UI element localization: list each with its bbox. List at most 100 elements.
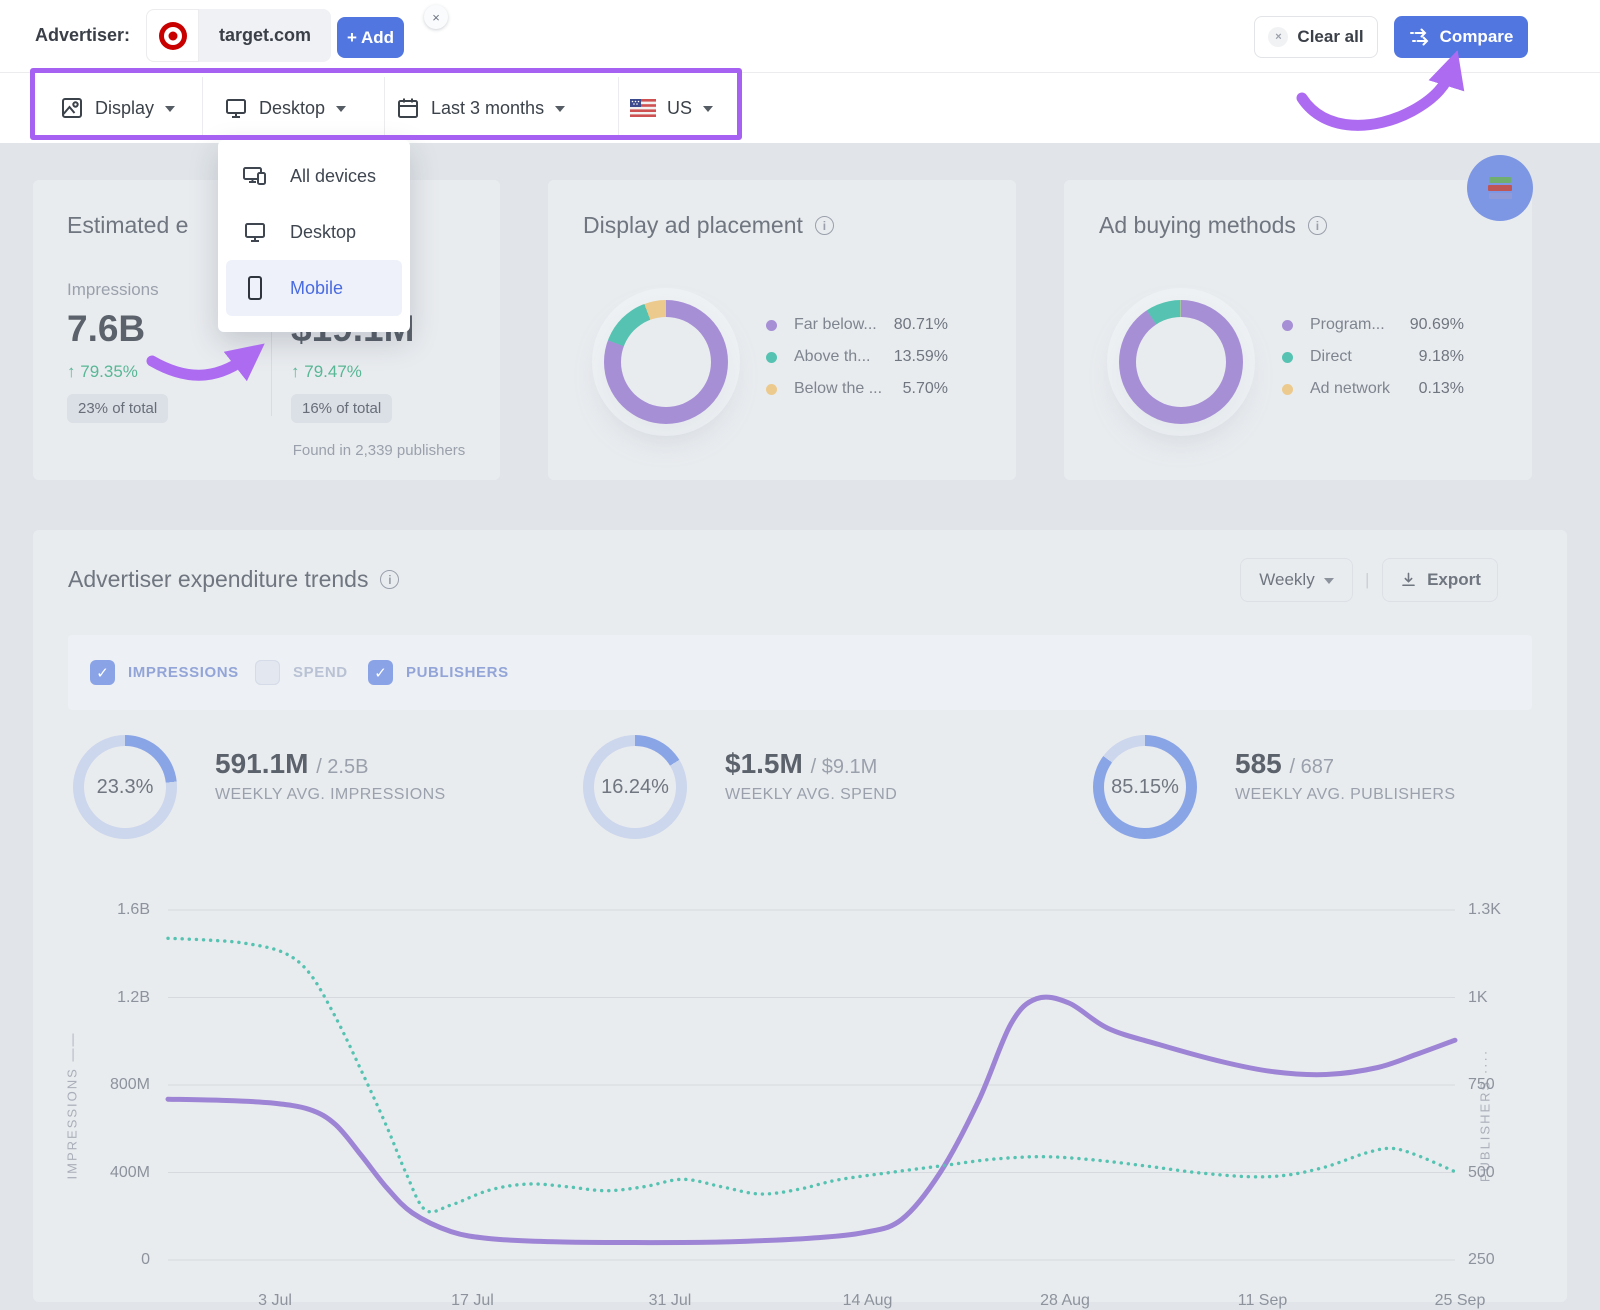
- legend-dot: [766, 352, 777, 363]
- chevron-down-icon: [555, 106, 565, 112]
- axis-tick: 1K: [1468, 988, 1488, 1008]
- spend-share-badge: 16% of total: [291, 394, 392, 423]
- impressions-value: 7.6B: [67, 308, 145, 350]
- trends-title: Advertiser expenditure trends: [68, 566, 399, 593]
- up-arrow-icon: [67, 362, 80, 381]
- impressions-label: Impressions: [67, 280, 159, 300]
- device-dropdown-menu: All devices Desktop Mobile: [218, 140, 410, 332]
- axis-tick: 17 Jul: [428, 1292, 518, 1310]
- buying-donut-chart: [1119, 300, 1243, 424]
- dropdown-item-mobile[interactable]: Mobile: [226, 260, 402, 316]
- axis-tick: 1.2B: [60, 988, 150, 1008]
- header-separator: |: [1365, 570, 1369, 590]
- clear-icon: [1268, 27, 1288, 47]
- axis-tick: 14 Aug: [823, 1292, 913, 1310]
- target-logo-icon: [146, 9, 199, 62]
- stat-publishers: 585 / 687: [1235, 748, 1334, 780]
- legend-item: Program... 90.69%: [1282, 312, 1464, 338]
- legend-dot: [1282, 352, 1293, 363]
- checkbox-unchecked-icon: [255, 660, 280, 685]
- granularity-dropdown[interactable]: Weekly: [1240, 558, 1353, 602]
- axis-tick: 1.3K: [1468, 900, 1501, 920]
- y-axis-title-publishers: PUBLISHERS ····: [1478, 996, 1493, 1236]
- placement-donut-chart: [604, 300, 728, 424]
- date-range-filter[interactable]: Last 3 months: [396, 73, 565, 143]
- us-flag-icon: [630, 99, 656, 117]
- toggle-spend[interactable]: SPEND: [255, 660, 348, 685]
- progress-pct: 85.15%: [1104, 746, 1186, 828]
- checkbox-checked-icon: [368, 660, 393, 685]
- card-title: Ad buying methods: [1099, 212, 1327, 239]
- info-icon[interactable]: [1308, 216, 1327, 235]
- add-advertiser-button[interactable]: + Add: [337, 17, 404, 58]
- axis-tick: 400M: [60, 1163, 150, 1183]
- country-filter[interactable]: US: [630, 73, 713, 143]
- filter-divider: [202, 77, 203, 140]
- axis-tick: 1.6B: [60, 900, 150, 920]
- compare-arrows-icon: [1409, 27, 1431, 47]
- axis-tick: 750: [1468, 1075, 1495, 1095]
- legend-item: Above th... 13.59%: [766, 344, 948, 370]
- device-filter[interactable]: Desktop: [224, 73, 346, 143]
- advertiser-label: Advertiser:: [35, 25, 130, 46]
- up-arrow-icon: [291, 362, 304, 381]
- stat-impressions: 591.1M / 2.5B: [215, 748, 368, 780]
- series-toggle-strip: IMPRESSIONS SPEND PUBLISHERS: [68, 635, 1532, 710]
- impressions-progress-donut: 23.3%: [73, 735, 177, 839]
- chevron-down-icon: [165, 106, 175, 112]
- desktop-icon: [224, 96, 248, 120]
- dropdown-item-all-devices[interactable]: All devices: [218, 148, 410, 204]
- legend-item: Far below... 80.71%: [766, 312, 948, 338]
- axis-tick: 11 Sep: [1218, 1292, 1308, 1310]
- legend-dot: [1282, 320, 1293, 331]
- advertiser-chip[interactable]: target.com: [146, 9, 331, 62]
- progress-pct: 16.24%: [594, 746, 676, 828]
- axis-tick: 0: [60, 1250, 150, 1270]
- filter-divider: [618, 77, 619, 140]
- trends-export-button[interactable]: Export: [1382, 558, 1498, 602]
- publishers-footnote: Found in 2,339 publishers: [259, 442, 499, 459]
- clear-all-button[interactable]: Clear all: [1254, 16, 1378, 58]
- axis-tick: 800M: [60, 1075, 150, 1095]
- legend-dot: [766, 320, 777, 331]
- download-icon: [1399, 571, 1418, 590]
- compare-button[interactable]: Compare: [1394, 16, 1528, 58]
- remove-advertiser-icon[interactable]: [424, 5, 448, 29]
- legend-dot: [1282, 384, 1293, 395]
- ad-buying-methods-card: Ad buying methods Program... 90.69% Dire…: [1064, 180, 1532, 480]
- y-axis-title-impressions: IMPRESSIONS ——: [65, 986, 80, 1226]
- impressions-change: 79.35%: [67, 362, 138, 382]
- chevron-down-icon: [336, 106, 346, 112]
- chevron-down-icon: [1324, 578, 1334, 584]
- axis-tick: 250: [1468, 1250, 1495, 1270]
- expenditure-trends-card: Advertiser expenditure trends Weekly | E…: [33, 530, 1567, 1302]
- desktop-icon: [242, 220, 268, 244]
- spend-progress-donut: 16.24%: [583, 735, 687, 839]
- axis-tick: 31 Jul: [625, 1292, 715, 1310]
- progress-pct: 23.3%: [84, 746, 166, 828]
- spend-change: 79.47%: [291, 362, 362, 382]
- mobile-icon: [242, 275, 268, 301]
- info-icon[interactable]: [380, 570, 399, 589]
- toggle-publishers[interactable]: PUBLISHERS: [368, 660, 509, 685]
- axis-tick: 28 Aug: [1020, 1292, 1110, 1310]
- advertiser-domain: target.com: [199, 9, 331, 62]
- axis-tick: 3 Jul: [230, 1292, 320, 1310]
- legend-item: Ad network 0.13%: [1282, 376, 1464, 402]
- impressions-share-badge: 23% of total: [67, 394, 168, 423]
- stat-caption: WEEKLY AVG. SPEND: [725, 786, 897, 804]
- checkbox-checked-icon: [90, 660, 115, 685]
- display-image-icon: [60, 96, 84, 120]
- stat-spend: $1.5M / $9.1M: [725, 748, 877, 780]
- publishers-progress-donut: 85.15%: [1093, 735, 1197, 839]
- filter-bar: Display Desktop Last 3 months US: [0, 72, 1600, 143]
- legend-dot: [766, 384, 777, 395]
- all-devices-icon: [242, 164, 268, 188]
- info-icon[interactable]: [815, 216, 834, 235]
- ad-type-filter[interactable]: Display: [60, 73, 175, 143]
- stat-caption: WEEKLY AVG. PUBLISHERS: [1235, 786, 1455, 804]
- resources-floating-button[interactable]: [1467, 155, 1533, 221]
- legend-item: Direct 9.18%: [1282, 344, 1464, 370]
- dropdown-item-desktop[interactable]: Desktop: [218, 204, 410, 260]
- toggle-impressions[interactable]: IMPRESSIONS: [90, 660, 239, 685]
